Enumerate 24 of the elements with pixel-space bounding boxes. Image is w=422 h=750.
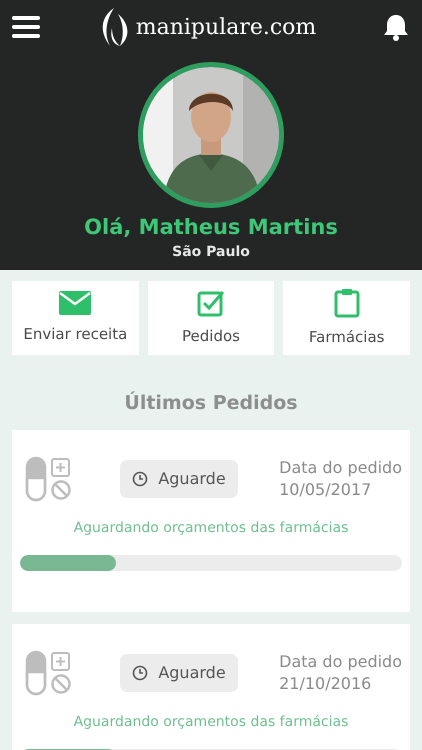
date-label: Data do pedido [279, 456, 402, 478]
envelope-icon [59, 290, 92, 315]
status-text: Aguarde [158, 662, 226, 684]
checkbox-icon [197, 288, 225, 317]
action-tile[interactable]: Pedidos [148, 281, 274, 355]
clock-icon [132, 470, 148, 486]
pill-icon [25, 650, 73, 696]
status-message: Aguardando orçamentos das farmácias [72, 712, 350, 732]
greeting: Olá, Matheus Martins [84, 214, 338, 240]
clipboard-icon [334, 288, 360, 318]
city-label: São Paulo [172, 243, 250, 262]
bell-icon[interactable] [382, 13, 410, 41]
logo-text: manipulare.com [136, 14, 316, 42]
order-date: 10/05/2017 [279, 478, 372, 500]
section-title: Últimos Pedidos [123, 390, 299, 416]
date-label: Data do pedido [279, 650, 402, 672]
action-tile[interactable]: Enviar receita [12, 281, 139, 355]
clock-icon [132, 664, 148, 680]
status-text: Aguarde [158, 468, 226, 490]
status-message: Aguardando orçamentos das farmácias [72, 518, 350, 538]
action-tile[interactable]: Farmácias [283, 281, 410, 355]
pill-icon [25, 456, 73, 502]
order-date: 21/10/2016 [279, 672, 372, 694]
menu-icon[interactable] [12, 16, 40, 38]
